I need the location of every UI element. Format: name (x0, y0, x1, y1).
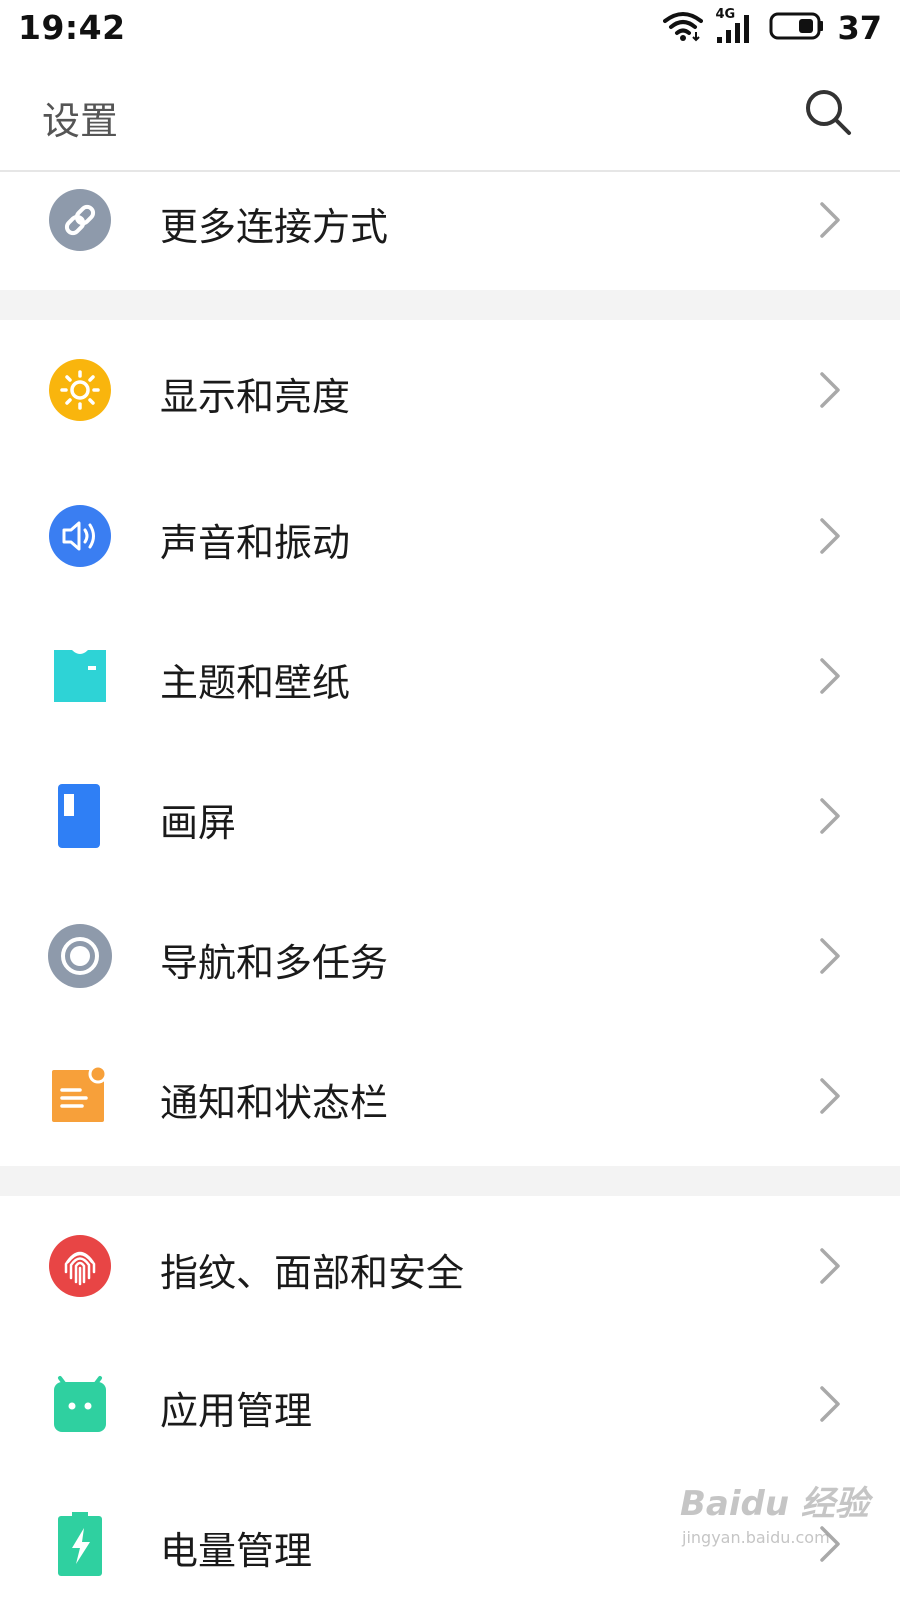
battery-bolt-icon (48, 1512, 112, 1576)
settings-item-display-brightness[interactable]: 显示和亮度 (0, 320, 900, 466)
chevron-right-icon (818, 1246, 842, 1286)
notification-icon (48, 1064, 112, 1128)
battery-icon (769, 11, 825, 45)
settings-item-screen-picture[interactable]: 画屏 (0, 746, 900, 886)
chevron-right-icon (818, 200, 842, 240)
watermark-main: Baidu 经验 (680, 1484, 869, 1524)
chevron-right-icon (818, 370, 842, 410)
settings-item-notification-statusbar[interactable]: 通知和状态栏 (0, 1026, 900, 1166)
android-icon (48, 1372, 112, 1436)
settings-list: 更多连接方式 显示和亮度 声音和振动 主题和壁纸 画屏 导航和多任务 通知和状态… (0, 150, 900, 1600)
settings-item-sound-vibration[interactable]: 声音和振动 (0, 466, 900, 606)
fingerprint-icon (48, 1234, 112, 1298)
status-bar: 19:42 4G 37 (0, 0, 900, 56)
settings-item-app-management[interactable]: 应用管理 (0, 1334, 900, 1474)
baidu-watermark: Baidu 经验 jingyan.baidu.com (676, 1470, 886, 1560)
speaker-icon (48, 504, 112, 568)
chevron-right-icon (818, 936, 842, 976)
settings-item-label: 指纹、面部和安全 (160, 1251, 465, 1295)
chevron-right-icon (818, 1384, 842, 1424)
screen-icon (48, 784, 112, 848)
wifi-icon (663, 10, 704, 46)
section-divider (0, 1166, 900, 1196)
navigation-ring-icon (48, 924, 112, 988)
settings-item-label: 电量管理 (160, 1529, 313, 1573)
settings-item-label: 更多连接方式 (160, 205, 389, 249)
settings-item-label: 应用管理 (160, 1389, 313, 1433)
settings-item-theme-wallpaper[interactable]: 主题和壁纸 (0, 606, 900, 746)
settings-item-label: 通知和状态栏 (160, 1081, 389, 1125)
settings-item-navigation-multitask[interactable]: 导航和多任务 (0, 886, 900, 1026)
status-time: 19:42 (18, 8, 126, 47)
search-icon (802, 86, 854, 142)
watermark-sub: jingyan.baidu.com (682, 1528, 830, 1547)
sun-icon (48, 358, 112, 422)
shirt-icon (48, 644, 112, 708)
section-divider (0, 290, 900, 320)
chevron-right-icon (818, 796, 842, 836)
link-icon (48, 188, 112, 252)
settings-item-label: 声音和振动 (160, 521, 351, 565)
battery-level: 37 (837, 9, 882, 47)
settings-item-label: 画屏 (160, 801, 237, 845)
settings-item-label: 主题和壁纸 (160, 661, 351, 705)
chevron-right-icon (818, 1076, 842, 1116)
settings-item-fingerprint-security[interactable]: 指纹、面部和安全 (0, 1196, 900, 1334)
chevron-right-icon (818, 516, 842, 556)
chevron-right-icon (818, 656, 842, 696)
settings-item-more-connections[interactable]: 更多连接方式 (0, 150, 900, 290)
status-icons: 4G 37 (663, 7, 882, 47)
settings-item-label: 显示和亮度 (160, 375, 351, 419)
signal-icon: 4G (715, 7, 757, 45)
page-title: 设置 (42, 99, 119, 143)
settings-item-label: 导航和多任务 (160, 941, 389, 985)
search-button[interactable] (800, 86, 856, 142)
